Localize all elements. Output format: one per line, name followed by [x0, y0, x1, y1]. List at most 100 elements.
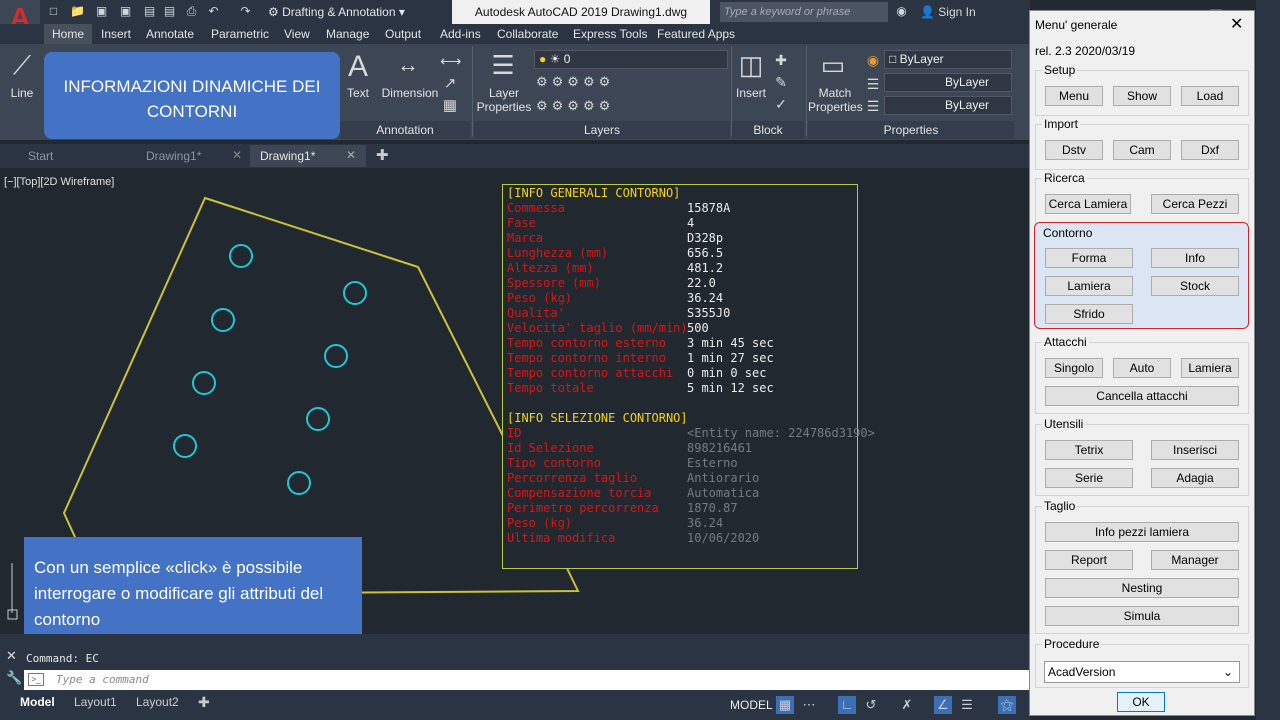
close-command-icon[interactable]: ✕ — [6, 648, 17, 664]
open-icon[interactable]: 📁 — [70, 4, 85, 19]
add-tab-icon[interactable]: ✚ — [376, 146, 389, 164]
contour-outline[interactable] — [62, 196, 580, 595]
line-icon[interactable]: ⟋ — [8, 50, 36, 86]
lineweight-dropdown[interactable]: ByLayer — [884, 96, 1012, 115]
info-button[interactable]: Info — [1151, 248, 1239, 268]
lineweight-icon[interactable]: ☰ — [864, 98, 882, 115]
show-button[interactable]: Show — [1113, 86, 1171, 106]
hole-circle[interactable] — [211, 308, 235, 332]
tab-parametric[interactable]: Parametric — [211, 24, 269, 44]
layers-panel-title[interactable]: Layers — [474, 121, 730, 139]
grid-icon[interactable]: ▦ — [776, 696, 794, 714]
edit-block-icon[interactable]: ✎ — [772, 74, 790, 91]
auto-button[interactable]: Auto — [1113, 358, 1171, 378]
hole-circle[interactable] — [192, 371, 216, 395]
add-layout-icon[interactable]: ✚ — [194, 694, 214, 710]
attribute-icon[interactable]: ✓ — [772, 96, 790, 113]
ok-button[interactable]: OK — [1117, 692, 1165, 712]
table-icon[interactable]: ▦ — [440, 96, 460, 114]
tab-add-ins[interactable]: Add-ins — [440, 24, 481, 44]
hole-circle[interactable] — [324, 344, 348, 368]
insert-block-icon[interactable]: ◫ — [736, 50, 766, 81]
tab-annotate[interactable]: Annotate — [146, 24, 194, 44]
cancella-attacchi-button[interactable]: Cancella attacchi — [1045, 386, 1239, 406]
save-icon[interactable]: ▣ — [94, 4, 109, 19]
layer-tools-icon[interactable]: ⚙⚙⚙⚙⚙ — [536, 74, 646, 90]
tab-output[interactable]: Output — [385, 24, 421, 44]
doc-tab-drawing1[interactable]: Drawing1* — [136, 145, 246, 167]
snap-icon[interactable]: ⋯ — [800, 696, 818, 714]
annotation-scale-icon[interactable]: ⚝ — [998, 696, 1016, 714]
simula-button[interactable]: Simula — [1045, 606, 1239, 626]
redo-icon[interactable]: ↷ — [238, 4, 253, 19]
tab-collaborate[interactable]: Collaborate — [497, 24, 558, 44]
linetype-dropdown[interactable]: ByLayer — [884, 73, 1012, 92]
tab-insert[interactable]: Insert — [101, 24, 131, 44]
hole-circle[interactable] — [229, 244, 253, 268]
doc-tab-start[interactable]: Start — [18, 145, 134, 167]
properties-panel-title[interactable]: Properties — [808, 121, 1014, 139]
info-pezzi-lamiera-button[interactable]: Info pezzi lamiera — [1045, 522, 1239, 542]
save-web-icon[interactable]: ▤ — [162, 4, 177, 19]
create-block-icon[interactable]: ✚ — [772, 52, 790, 69]
leader-icon[interactable]: ↗ — [440, 74, 460, 92]
search-input[interactable]: Type a keyword or phrase — [720, 2, 888, 22]
binoculars-icon[interactable]: ◉ — [894, 4, 909, 19]
ortho-icon[interactable]: ∟ — [838, 696, 856, 714]
line-label[interactable]: Line — [4, 86, 40, 100]
polar-icon[interactable]: ↺ — [862, 696, 880, 714]
adagia-button[interactable]: Adagia — [1151, 468, 1239, 488]
lamiera-attacchi-button[interactable]: Lamiera — [1181, 358, 1239, 378]
hole-circle[interactable] — [173, 434, 197, 458]
load-button[interactable]: Load — [1181, 86, 1239, 106]
linetype-icon[interactable]: ☰ — [864, 76, 882, 93]
tab-layout1[interactable]: Layout1 — [70, 694, 121, 710]
dimension-icon[interactable]: ↔ — [390, 52, 426, 78]
hole-circle[interactable] — [306, 407, 330, 431]
tetrix-button[interactable]: Tetrix — [1045, 440, 1133, 460]
layer-properties-icon[interactable]: ☰ — [486, 50, 520, 81]
layer-properties-label[interactable]: Layer Properties — [476, 86, 532, 114]
color-wheel-icon[interactable]: ◉ — [864, 52, 882, 69]
hole-circle[interactable] — [287, 471, 311, 495]
open-web-icon[interactable]: ▤ — [142, 4, 157, 19]
layer-state-icon[interactable]: ⚙⚙⚙⚙⚙ — [536, 98, 646, 114]
command-input[interactable]: Type a command — [24, 670, 1030, 690]
otrack-icon[interactable]: ∠ — [934, 696, 952, 714]
tab-manage[interactable]: Manage — [326, 24, 369, 44]
cerca-lamiera-button[interactable]: Cerca Lamiera — [1045, 194, 1131, 214]
inserisci-button[interactable]: Inserisci — [1151, 440, 1239, 460]
lamiera-contorno-button[interactable]: Lamiera — [1045, 276, 1133, 296]
hole-circle[interactable] — [343, 281, 367, 305]
tab-model[interactable]: Model — [16, 694, 59, 710]
plot-icon[interactable]: ⎙ — [184, 4, 199, 19]
tab-express-tools[interactable]: Express Tools — [573, 24, 647, 44]
color-dropdown[interactable]: □ ByLayer — [884, 50, 1012, 69]
manager-button[interactable]: Manager — [1151, 550, 1239, 570]
model-space-button[interactable]: MODEL — [728, 695, 775, 715]
menu-button[interactable]: Menu — [1045, 86, 1103, 106]
match-properties-label[interactable]: Match Properties — [808, 86, 863, 114]
serie-button[interactable]: Serie — [1045, 468, 1133, 488]
tab-view[interactable]: View — [284, 24, 310, 44]
sfrido-button[interactable]: Sfrido — [1045, 304, 1133, 324]
close-tab-icon[interactable]: ✕ — [346, 148, 356, 162]
command-prompt-icon[interactable]: >_ — [28, 673, 44, 686]
customize-icon[interactable]: 🔧 — [6, 670, 22, 686]
close-icon[interactable]: ✕ — [1230, 14, 1243, 34]
cerca-pezzi-button[interactable]: Cerca Pezzi — [1151, 194, 1239, 214]
dstv-button[interactable]: Dstv — [1045, 140, 1103, 160]
save-as-icon[interactable]: ▣ — [118, 4, 133, 19]
stock-button[interactable]: Stock — [1151, 276, 1239, 296]
cam-button[interactable]: Cam — [1113, 140, 1171, 160]
forma-button[interactable]: Forma — [1045, 248, 1133, 268]
close-tab-icon[interactable]: ✕ — [232, 148, 242, 162]
layer-dropdown[interactable]: ● ☀ 0 — [534, 50, 728, 69]
dynamic-ucs-icon[interactable]: ☰ — [958, 696, 976, 714]
sign-in-button[interactable]: 👤 Sign In — [920, 2, 976, 22]
procedure-select[interactable]: AcadVersion ⌄ — [1044, 661, 1240, 683]
insert-label[interactable]: Insert — [732, 86, 770, 100]
undo-icon[interactable]: ↶ — [206, 4, 221, 19]
dxf-button[interactable]: Dxf — [1181, 140, 1239, 160]
new-icon[interactable]: □ — [46, 4, 61, 19]
